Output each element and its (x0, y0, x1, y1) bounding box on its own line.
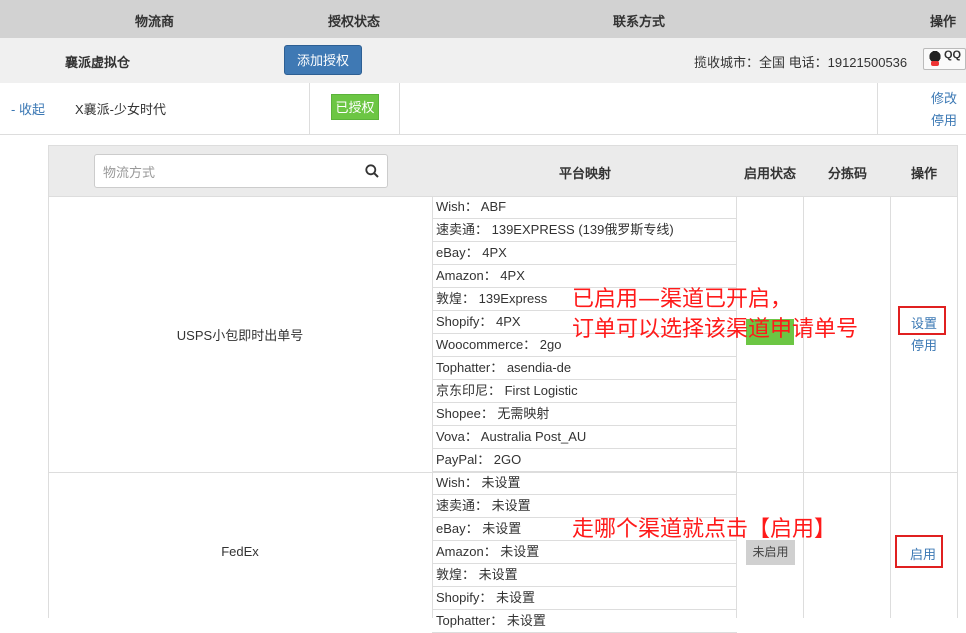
annotation-enabled-line1: 已启用—渠道已开启， (572, 287, 793, 312)
channel-disable-link[interactable]: 停用 (911, 335, 937, 354)
platform-mapping-cell: Wish： ABF (432, 196, 737, 219)
add-authorization-button[interactable]: 添加授权 (284, 45, 362, 75)
col-platform-mapping-header: 平台映射 (559, 166, 612, 181)
col-carrier-header: 物流商 (135, 14, 175, 29)
col-sort-code-header: 分拣码 (828, 166, 868, 181)
qq-contact-button[interactable]: QQ (923, 48, 966, 70)
annotation-enable-hint: 走哪个渠道就点击【启用】 (572, 517, 837, 542)
annotation-enabled-line2: 订单可以选择该渠道申请单号 (572, 317, 859, 342)
carrier-table-header: 物流商 授权状态 联系方式 操作 (0, 0, 966, 38)
col-enable-status-header: 启用状态 (744, 166, 797, 181)
account-name: X襄派-少女时代 (75, 102, 167, 117)
search-icon[interactable] (365, 164, 379, 178)
platform-mapping-cell: 京东印尼： First Logistic (432, 380, 737, 403)
collapse-link[interactable]: - 收起 (11, 99, 45, 118)
channel-name: FedEx (221, 544, 259, 559)
highlight-box-enable (895, 535, 943, 568)
qq-icon (928, 51, 942, 67)
platform-mapping-cell: eBay： 4PX (432, 242, 737, 265)
channel-search-input[interactable] (101, 156, 355, 188)
platform-mapping-cell: Vova： Australia Post_AU (432, 426, 737, 449)
carrier-name: 襄派虚拟仓 (65, 55, 131, 70)
disable-account-link[interactable]: 停用 (931, 110, 957, 129)
col-actions-header-2: 操作 (911, 166, 938, 181)
highlight-box-settings (898, 306, 946, 335)
platform-mapping-cell: Wish： 未设置 (432, 472, 737, 495)
carrier-contact: 揽收城市：全国 电话：19121500536 (694, 55, 908, 70)
channel-search-box (94, 154, 388, 188)
col-auth-status-header: 授权状态 (328, 14, 381, 29)
account-row: - 收起 X襄派-少女时代 已授权 修改 停用 (0, 83, 966, 135)
channels-table-header: 平台映射 启用状态 分拣码 操作 (48, 145, 958, 197)
platform-mapping-cell: Shopee： 无需映射 (432, 403, 737, 426)
col-contact-header: 联系方式 (613, 14, 666, 29)
platform-mapping-cell: Tophatter： asendia-de (432, 357, 737, 380)
platform-mapping-cell: PayPal： 2GO (432, 449, 737, 472)
edit-account-link[interactable]: 修改 (931, 88, 957, 107)
channel-name: USPS小包即时出单号 (176, 328, 304, 343)
platform-mapping-cell: Shopify： 未设置 (432, 587, 737, 610)
platform-mapping-cell: 敦煌： 未设置 (432, 564, 737, 587)
authorized-status-badge: 已授权 (331, 94, 379, 120)
col-actions-header: 操作 (930, 14, 957, 29)
carrier-row: 襄派虚拟仓 添加授权 揽收城市：全国 电话：19121500536 (0, 38, 966, 84)
platform-mapping-cell: Tophatter： 未设置 (432, 610, 737, 633)
qq-label: QQ (944, 49, 962, 61)
platform-mapping-cell: 速卖通： 139EXPRESS (139俄罗斯专线) (432, 219, 737, 242)
